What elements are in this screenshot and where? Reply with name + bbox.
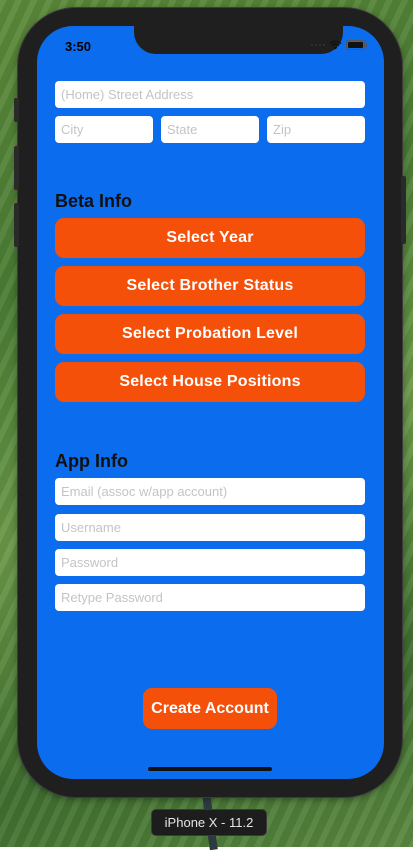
home-indicator[interactable] [148, 767, 272, 771]
beta-info-heading: Beta Info [55, 191, 133, 211]
username-input[interactable] [55, 514, 365, 541]
status-time: 3:50 [65, 39, 92, 54]
simulator-device-label: iPhone X - 11.2 [151, 809, 267, 836]
select-year-button[interactable]: Select Year [55, 218, 365, 258]
status-indicators [311, 40, 368, 50]
power-button [401, 176, 406, 244]
volume-down-button [14, 203, 19, 247]
zip-input[interactable] [267, 116, 365, 143]
mute-switch [14, 98, 19, 122]
email-input[interactable] [55, 478, 365, 505]
volume-up-button [14, 146, 19, 190]
signal-icon [311, 44, 325, 46]
retype-password-input[interactable] [55, 584, 365, 611]
create-account-button[interactable]: Create Account [143, 688, 277, 729]
city-input[interactable] [55, 116, 153, 143]
street-address-input[interactable] [55, 81, 365, 108]
app-info-heading: App Info [55, 451, 128, 471]
select-probation-level-button[interactable]: Select Probation Level [55, 314, 365, 354]
battery-icon [346, 40, 367, 50]
password-input[interactable] [55, 549, 365, 576]
select-house-positions-button[interactable]: Select House Positions [55, 362, 365, 402]
app-screen: 3:50 Beta Info Select Year Select Brothe… [37, 26, 384, 779]
wifi-icon [329, 40, 342, 50]
state-input[interactable] [161, 116, 259, 143]
select-brother-status-button[interactable]: Select Brother Status [55, 266, 365, 306]
